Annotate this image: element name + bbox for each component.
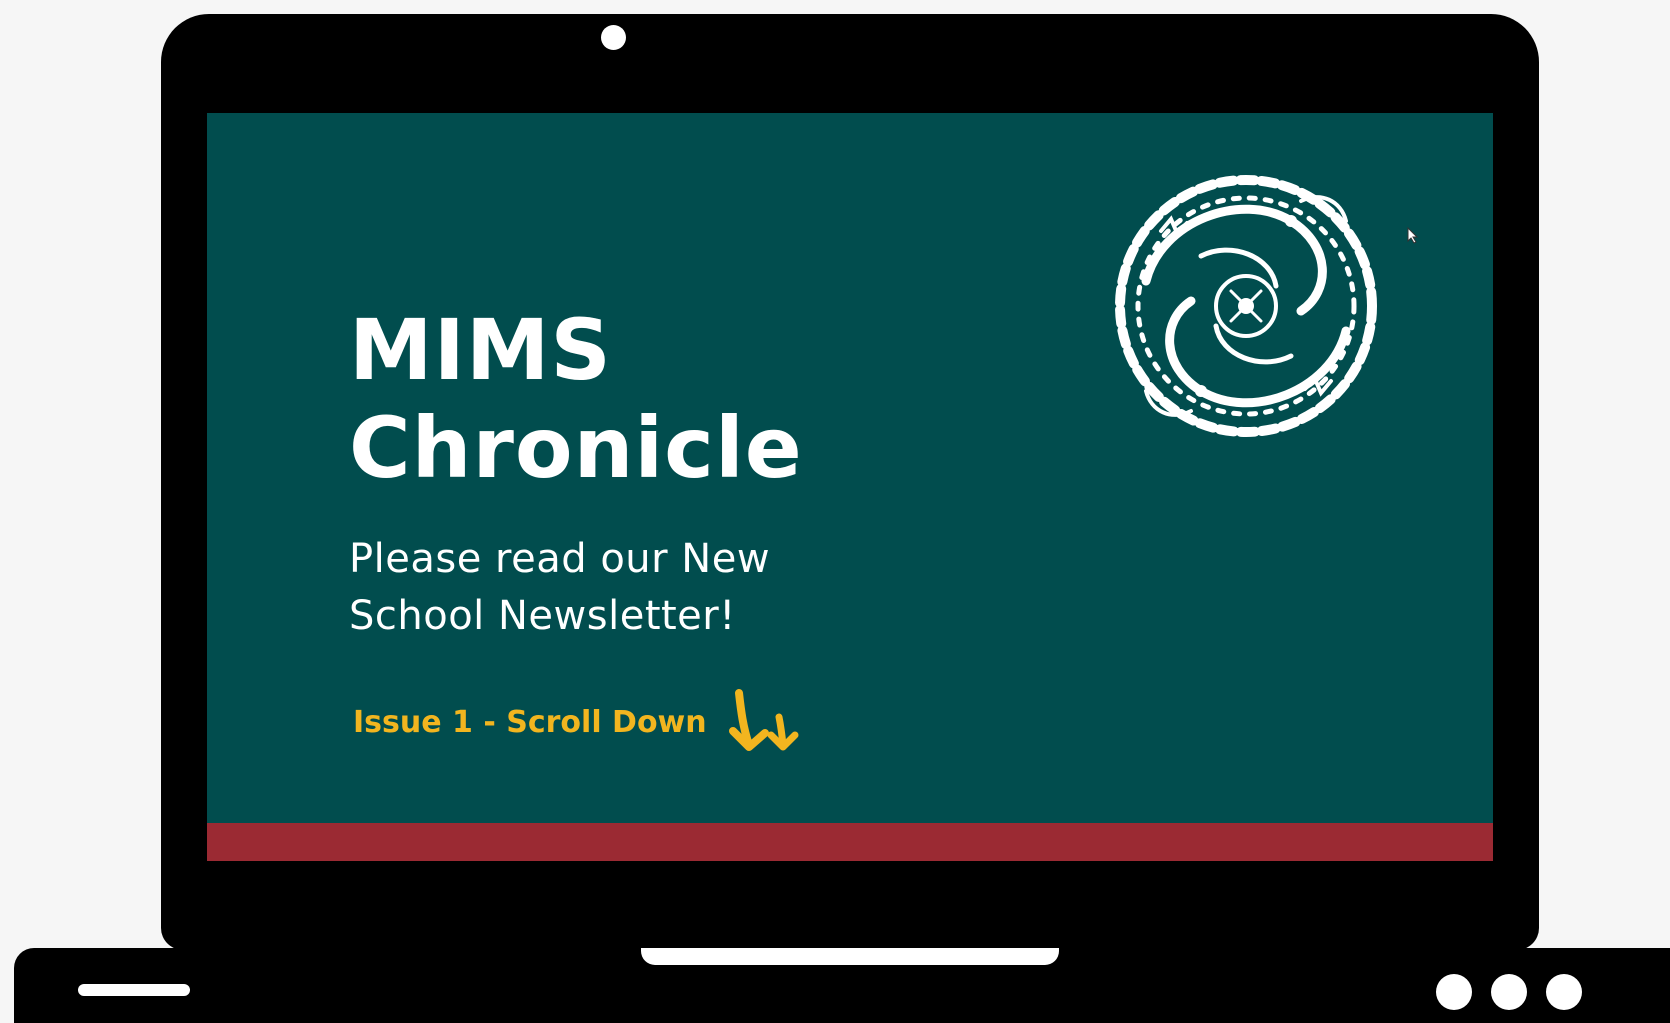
base-indicator-dot — [1546, 974, 1582, 1010]
subtitle-line-1: Please read our New — [349, 536, 771, 582]
slide-screen: MIMS Chronicle Please read our New School … — [207, 113, 1493, 861]
base-indicator-dot — [1491, 974, 1527, 1010]
subtitle-line-2: School Newsletter! — [349, 593, 736, 639]
mouse-pointer-icon — [1407, 227, 1419, 244]
newsletter-subtitle: Please read our New School Newsletter! — [349, 531, 869, 645]
laptop-mockup: MIMS Chronicle Please read our New School … — [0, 0, 1670, 1023]
bottom-color-band — [207, 823, 1493, 861]
newsletter-title: MIMS Chronicle — [349, 301, 803, 497]
dragon-emblem-icon — [1115, 175, 1377, 437]
issue-row: Issue 1 - Scroll Down — [353, 687, 801, 757]
issue-label: Issue 1 - Scroll Down — [353, 704, 707, 740]
hinge-notch — [641, 948, 1059, 965]
double-down-arrow-icon — [728, 689, 799, 751]
webcam-dot — [601, 25, 626, 50]
title-line-1: MIMS — [349, 301, 612, 399]
base-slot — [78, 984, 190, 996]
base-indicator-dot — [1436, 974, 1472, 1010]
title-line-2: Chronicle — [349, 399, 803, 497]
